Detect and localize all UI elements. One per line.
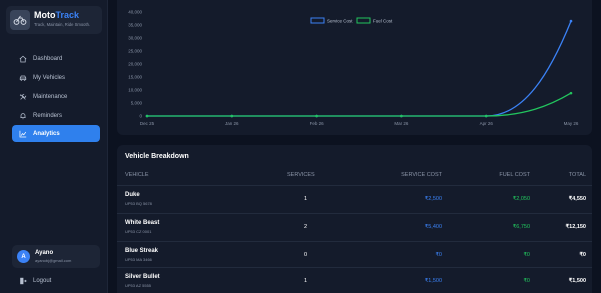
services-count: 2 xyxy=(304,224,308,230)
x-tick-label: Feb 26 xyxy=(310,121,325,126)
sidebar-item-label: Dashboard xyxy=(33,55,63,62)
sidebar-item-dashboard[interactable]: Dashboard xyxy=(12,50,100,67)
sidebar-item-label: Reminders xyxy=(33,112,63,119)
chart-icon xyxy=(19,130,27,137)
y-tick-label: 25,000 xyxy=(128,49,142,54)
brand-tagline: Track, Maintain, Ride Smooth. xyxy=(34,22,91,27)
table-row[interactable]: Blue Streak UP53 MA 3466 0 ₹0 ₹0 ₹0 xyxy=(117,241,592,269)
cost-trend-chart: 0 5,000 10,000 15,000 20,000 25,000 30,000 35,0… xyxy=(128,10,579,126)
wrench-icon xyxy=(19,93,27,100)
data-point xyxy=(569,91,573,95)
table-header: VEHICLE SERVICES SERVICE COST FUEL COST … xyxy=(117,172,592,180)
x-tick-label: Mar 26 xyxy=(394,121,409,126)
table-row[interactable]: Silver Bullet UP53 AZ 5555 1 ₹1,500 ₹0 ₹… xyxy=(117,267,592,293)
column-header-services: SERVICES xyxy=(287,172,315,178)
sidebar-item-label: Analytics xyxy=(33,130,60,137)
y-tick-label: 30,000 xyxy=(128,36,142,41)
sidebar-item-reminders[interactable]: Reminders xyxy=(12,107,100,124)
sidebar-item-maintenance[interactable]: Maintenance xyxy=(12,88,100,105)
y-tick-label: 10,000 xyxy=(128,88,142,93)
service-cost: ₹5,400 xyxy=(424,224,442,230)
logout-button[interactable]: Logout xyxy=(12,275,51,287)
service-cost: ₹0 xyxy=(435,252,442,258)
data-point xyxy=(484,114,488,118)
sidebar-item-my-vehicles[interactable]: My Vehicles xyxy=(12,69,100,86)
total-cost: ₹1,500 xyxy=(568,278,586,284)
sidebar-item-label: Maintenance xyxy=(33,93,68,100)
total-cost: ₹0 xyxy=(579,252,586,258)
legend-swatch xyxy=(356,17,371,24)
vehicle-plate: UP53 BQ 5678 xyxy=(125,201,152,206)
vehicle-name: Duke xyxy=(125,192,140,198)
user-name: Ayano xyxy=(35,250,54,256)
logout-icon xyxy=(20,277,27,285)
user-email: ayanobj@gmail.com xyxy=(35,258,72,263)
column-header-total: TOTAL xyxy=(568,172,586,178)
sidebar-item-label: My Vehicles xyxy=(33,74,66,81)
vehicle-plate: UP53 MA 3466 xyxy=(125,257,152,262)
x-tick-label: Apr 26 xyxy=(480,121,494,126)
data-point xyxy=(145,114,149,118)
sidebar-item-analytics[interactable]: Analytics xyxy=(12,125,100,142)
brand[interactable]: MotoTrack Track, Maintain, Ride Smooth. xyxy=(6,6,102,34)
services-count: 1 xyxy=(304,278,308,284)
data-point xyxy=(569,19,573,23)
vehicle-name: Silver Bullet xyxy=(125,274,160,280)
user-card[interactable]: A Ayano ayanobj@gmail.com xyxy=(12,245,100,268)
vehicle-name: White Beast xyxy=(125,220,160,226)
vehicle-plate: UP53 AZ 5555 xyxy=(125,283,152,288)
logout-label: Logout xyxy=(33,278,52,284)
series-line-fuel-cost xyxy=(146,92,572,117)
services-count: 1 xyxy=(304,196,308,202)
services-count: 0 xyxy=(304,252,308,258)
avatar: A xyxy=(17,250,30,263)
y-tick-label: 20,000 xyxy=(128,62,142,67)
service-cost: ₹2,500 xyxy=(424,196,442,202)
fuel-cost: ₹0 xyxy=(523,278,530,284)
data-point xyxy=(400,114,403,118)
home-icon xyxy=(19,55,27,62)
fuel-cost: ₹0 xyxy=(523,252,530,258)
fuel-cost: ₹6,750 xyxy=(512,224,530,230)
series-line-service-cost xyxy=(146,20,572,117)
column-header-vehicle: VEHICLE xyxy=(125,172,149,178)
vehicle-name: Blue Streak xyxy=(125,248,159,254)
vehicle-plate: UP53 CZ 0001 xyxy=(125,229,152,234)
x-tick-label: May 26 xyxy=(564,121,579,126)
brand-name: MotoTrack xyxy=(34,10,80,20)
x-tick-label: Dec 25 xyxy=(140,121,155,126)
total-cost: ₹4,550 xyxy=(568,196,586,202)
y-tick-label: 5,000 xyxy=(131,101,143,106)
column-header-fuel-cost: FUEL COST xyxy=(499,172,530,178)
service-cost: ₹1,500 xyxy=(424,278,442,284)
vehicle-breakdown-card: Vehicle Breakdown VEHICLE SERVICES SERVI… xyxy=(117,145,592,293)
data-point xyxy=(230,114,234,118)
column-header-service-cost: SERVICE COST xyxy=(401,172,442,178)
y-tick-label: 40,000 xyxy=(128,10,142,15)
legend-swatch xyxy=(310,17,325,24)
data-point xyxy=(315,114,318,118)
y-tick-label: 35,000 xyxy=(128,23,142,28)
section-title: Vehicle Breakdown xyxy=(125,153,189,160)
x-tick-label: Jan 26 xyxy=(225,121,239,126)
legend-label: Service Cost xyxy=(327,18,353,23)
total-cost: ₹12,150 xyxy=(565,224,586,230)
bell-icon xyxy=(20,112,26,119)
motorcycle-icon xyxy=(10,10,30,30)
chart-card: 0 5,000 10,000 15,000 20,000 25,000 30,000 35,0… xyxy=(117,0,592,135)
sidebar: MotoTrack Track, Maintain, Ride Smooth. … xyxy=(0,0,108,293)
car-icon xyxy=(19,75,27,81)
fuel-cost: ₹2,050 xyxy=(512,196,530,202)
legend-label: Fuel Cost xyxy=(373,18,393,23)
y-tick-label: 0 xyxy=(139,114,142,119)
table-row[interactable]: White Beast UP53 CZ 0001 2 ₹5,400 ₹6,750… xyxy=(117,213,592,241)
table-row[interactable]: Duke UP53 BQ 5678 1 ₹2,500 ₹2,050 ₹4,550 xyxy=(117,185,592,213)
y-tick-label: 15,000 xyxy=(128,75,142,80)
